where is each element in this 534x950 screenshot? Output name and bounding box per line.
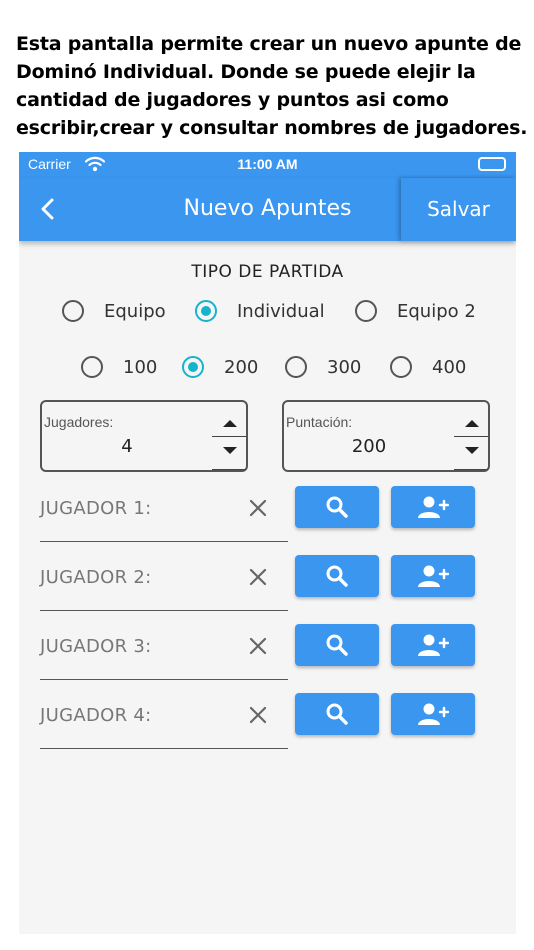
player-row-2: JUGADOR 2: [19, 555, 516, 624]
status-bar: Carrier 11:00 AM [19, 152, 516, 178]
search-player-2-button[interactable] [295, 555, 379, 597]
close-icon[interactable] [246, 634, 270, 658]
decrement-arrow-icon[interactable] [465, 447, 479, 454]
decrement-arrow-icon[interactable] [223, 447, 237, 454]
radio-points-300[interactable]: 300 [285, 356, 361, 378]
player-row-4: JUGADOR 4: [19, 693, 516, 762]
chevron-left-icon [41, 198, 54, 220]
radio-points-200[interactable]: 200 [182, 356, 258, 378]
radio-label: Equipo 2 [397, 300, 476, 322]
stepper-arrows [454, 402, 488, 470]
radio-points-100[interactable]: 100 [81, 356, 157, 378]
increment-arrow-icon[interactable] [223, 420, 237, 427]
search-player-4-button[interactable] [295, 693, 379, 735]
status-time: 11:00 AM [237, 156, 298, 172]
close-icon[interactable] [246, 703, 270, 727]
player-3-placeholder: JUGADOR 3: [40, 636, 152, 657]
radio-label: Equipo [104, 300, 166, 322]
add-player-4-button[interactable] [391, 693, 475, 735]
increment-arrow-icon[interactable] [465, 420, 479, 427]
search-player-1-button[interactable] [295, 486, 379, 528]
players-stepper-value[interactable]: 4 [42, 436, 212, 457]
radio-equipo-2[interactable]: Equipo 2 [355, 300, 476, 322]
player-2-placeholder: JUGADOR 2: [40, 567, 152, 588]
radio-individual[interactable]: Individual [195, 300, 325, 322]
player-2-input[interactable]: JUGADOR 2: [40, 555, 288, 611]
app-bar: Nuevo Apuntes Salvar [19, 178, 516, 241]
add-player-2-button[interactable] [391, 555, 475, 597]
game-type-title: TIPO DE PARTIDA [191, 262, 344, 282]
radio-label: 300 [327, 356, 362, 378]
search-icon [326, 496, 348, 518]
search-icon [326, 634, 348, 656]
close-icon[interactable] [246, 565, 270, 589]
score-stepper-label: Puntación: [286, 414, 353, 430]
player-4-placeholder: JUGADOR 4: [40, 705, 152, 726]
radio-label: 200 [224, 356, 259, 378]
add-user-icon [418, 496, 449, 518]
radio-label: 100 [123, 356, 158, 378]
back-button[interactable] [35, 192, 67, 226]
search-icon [326, 565, 348, 587]
screenshot-caption: Esta pantalla permite crear un nuevo apu… [16, 33, 528, 139]
add-user-icon [418, 703, 449, 725]
radio-button[interactable] [285, 356, 307, 378]
search-player-3-button[interactable] [295, 624, 379, 666]
player-row-1: JUGADOR 1: [19, 486, 516, 555]
close-icon[interactable] [246, 496, 270, 520]
player-row-3: JUGADOR 3: [19, 624, 516, 693]
score-stepper[interactable]: Puntación: 200 [282, 400, 490, 472]
player-4-input[interactable]: JUGADOR 4: [40, 693, 288, 749]
phone-screen: Carrier 11:00 AM Nuevo Apuntes Salvar TI… [19, 152, 516, 934]
radio-equipo[interactable]: Equipo [62, 300, 166, 322]
add-user-icon [418, 565, 449, 587]
radio-points-400[interactable]: 400 [390, 356, 466, 378]
players-stepper[interactable]: Jugadores: 4 [40, 400, 248, 472]
radio-button[interactable] [62, 300, 84, 322]
stepper-arrows [212, 402, 246, 470]
radio-button-selected[interactable] [195, 300, 217, 322]
player-1-placeholder: JUGADOR 1: [40, 498, 152, 519]
add-user-icon [418, 634, 449, 656]
add-player-3-button[interactable] [391, 624, 475, 666]
score-stepper-value[interactable]: 200 [284, 436, 454, 457]
radio-label: 400 [432, 356, 467, 378]
save-button[interactable]: Salvar [401, 178, 516, 241]
player-1-input[interactable]: JUGADOR 1: [40, 486, 288, 542]
radio-button[interactable] [390, 356, 412, 378]
players-stepper-label: Jugadores: [44, 414, 114, 430]
battery-icon [478, 157, 506, 171]
radio-button[interactable] [81, 356, 103, 378]
radio-button-selected[interactable] [182, 356, 204, 378]
search-icon [326, 703, 348, 725]
radio-label: Individual [237, 300, 325, 322]
player-3-input[interactable]: JUGADOR 3: [40, 624, 288, 680]
radio-button[interactable] [355, 300, 377, 322]
add-player-1-button[interactable] [391, 486, 475, 528]
